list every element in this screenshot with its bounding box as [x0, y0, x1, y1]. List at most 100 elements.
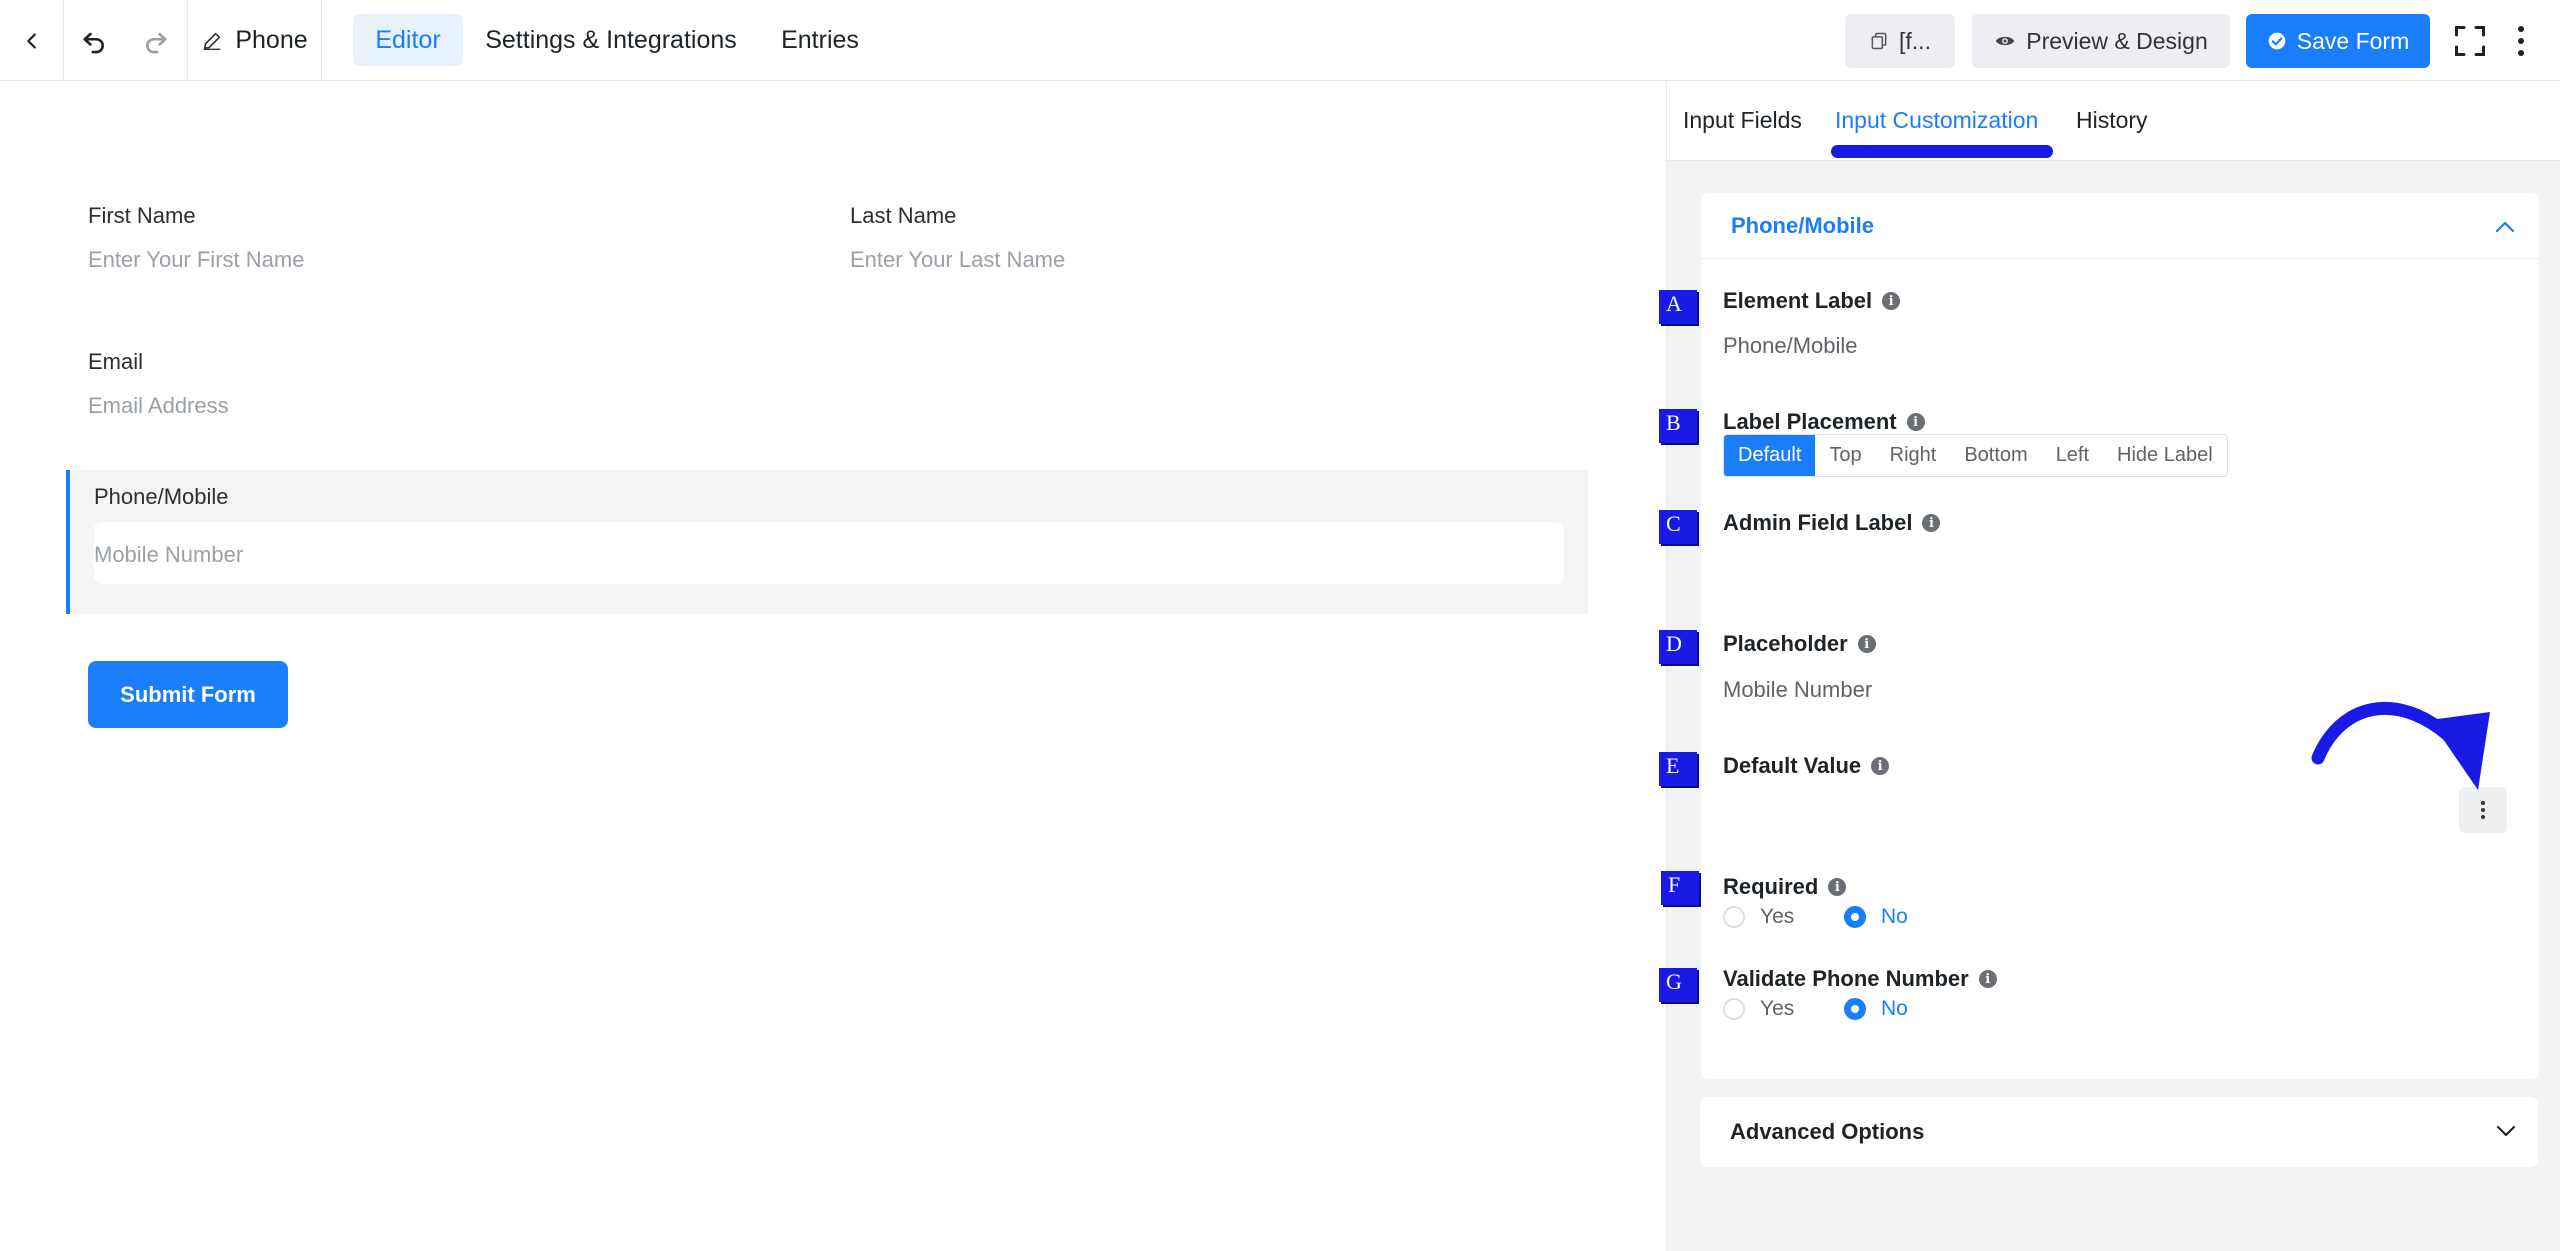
first-name-input[interactable]: Enter Your First Name [88, 247, 304, 273]
more-dot-icon [2518, 38, 2524, 44]
fullscreen-button[interactable] [2448, 20, 2492, 62]
info-icon[interactable]: i [1906, 413, 1925, 431]
admin-field-label-title: Admin Field Label i [1723, 510, 1941, 536]
preview-design-button[interactable]: Preview & Design [1972, 14, 2230, 68]
eye-icon [1996, 36, 2015, 46]
redo-button[interactable] [124, 0, 188, 81]
chevron-left-icon [26, 32, 36, 49]
admin-field-label-title-text: Admin Field Label [1723, 510, 1913, 535]
radio-yes[interactable] [1723, 906, 1745, 928]
validate-yes-label: Yes [1760, 997, 1795, 1020]
admin-field-label-input[interactable] [1723, 548, 2503, 596]
form-canvas: First Name Enter Your First Name Last Na… [0, 81, 1666, 1251]
label-placement-title-text: Label Placement [1723, 409, 1897, 434]
default-value-title-text: Default Value [1723, 753, 1862, 778]
placement-option-default[interactable]: Default [1724, 435, 1816, 476]
validate-phone-title-text: Validate Phone Number [1723, 966, 1969, 991]
save-form-button[interactable]: Save Form [2246, 14, 2430, 68]
default-value-title: Default Value i [1723, 753, 1890, 779]
radio-yes[interactable] [1723, 998, 1745, 1020]
submit-form-button[interactable]: Submit Form [88, 661, 288, 728]
preview-design-text: Preview & Design [2026, 27, 2208, 54]
validate-yes-option[interactable]: Yes [1723, 997, 1794, 1021]
phone-input[interactable]: Mobile Number [94, 522, 1564, 584]
tab-settings-integrations[interactable]: Settings & Integrations [470, 14, 752, 66]
phone-field-block[interactable]: Phone/Mobile Mobile Number [66, 470, 1588, 614]
annotation-arrow-icon [2311, 701, 2490, 790]
tab-input-fields[interactable]: Input Fields [1683, 107, 1802, 134]
annotation-marker-d: D [1659, 630, 1697, 664]
card-header[interactable]: Phone/Mobile [1701, 193, 2539, 259]
placement-option-top[interactable]: Top [1815, 435, 1875, 476]
info-icon[interactable]: i [1922, 514, 1941, 532]
required-title-text: Required [1723, 874, 1819, 899]
first-name-label: First Name [88, 203, 196, 228]
last-name-label: Last Name [850, 203, 957, 228]
pencil-icon [204, 32, 221, 50]
tab-input-customization[interactable]: Input Customization [1835, 107, 2038, 134]
top-bar: Phone Editor Settings & Integrations Ent… [0, 0, 2560, 81]
annotation-marker-c: C [1659, 510, 1697, 544]
annotation-marker-a: A [1659, 290, 1697, 324]
tab-history[interactable]: History [2076, 107, 2148, 134]
annotation-marker-g: G [1659, 968, 1697, 1002]
radio-no-checked[interactable] [1844, 906, 1866, 928]
advanced-options-title: Advanced Options [1730, 1119, 1925, 1144]
required-yes-option[interactable]: Yes [1723, 905, 1794, 929]
placement-option-hide-label[interactable]: Hide Label [2103, 435, 2227, 476]
info-icon[interactable]: i [1857, 635, 1876, 653]
required-no-label: No [1881, 905, 1908, 928]
info-icon[interactable]: i [1978, 970, 1997, 988]
placement-option-left[interactable]: Left [2042, 435, 2103, 476]
placeholder-title: Placeholder i [1723, 631, 1876, 657]
more-dot-icon [2518, 50, 2524, 56]
email-input[interactable]: Email Address [88, 393, 229, 419]
required-yes-label: Yes [1760, 905, 1795, 928]
card-title: Phone/Mobile [1731, 213, 1874, 238]
info-icon[interactable]: i [1828, 878, 1847, 896]
label-placement-title: Label Placement i [1723, 409, 1925, 435]
annotation-marker-e: E [1659, 752, 1697, 786]
placement-option-bottom[interactable]: Bottom [1950, 435, 2041, 476]
tab-editor[interactable]: Editor [353, 14, 463, 66]
copy-icon [1871, 32, 1887, 50]
required-no-option[interactable]: No [1844, 905, 1908, 929]
element-label-title: Element Label i [1723, 288, 1901, 314]
last-name-input[interactable]: Enter Your Last Name [850, 247, 1065, 273]
advanced-options-card[interactable]: Advanced Options [1700, 1097, 2538, 1167]
required-title: Required i [1723, 874, 1847, 900]
radio-no-checked[interactable] [1844, 998, 1866, 1020]
chevron-up-icon[interactable] [2493, 217, 2517, 237]
validate-no-label: No [1881, 997, 1908, 1020]
more-menu-button[interactable] [2506, 20, 2536, 62]
panel-tabs: Input Fields Input Customization History [1667, 81, 2560, 161]
info-icon[interactable]: i [1882, 292, 1901, 310]
placement-option-right[interactable]: Right [1876, 435, 1951, 476]
chevron-down-icon[interactable] [2494, 1121, 2518, 1141]
placeholder-title-text: Placeholder [1723, 631, 1848, 656]
phone-label: Phone/Mobile [94, 484, 229, 509]
more-dot-icon [2518, 26, 2524, 32]
check-circle-icon [2268, 32, 2286, 50]
element-label-input[interactable]: Phone/Mobile [1723, 333, 1858, 359]
annotation-marker-f: F [1661, 871, 1699, 905]
form-name-text: Phone [235, 26, 308, 54]
validate-no-option[interactable]: No [1844, 997, 1908, 1021]
tab-entries[interactable]: Entries [766, 14, 874, 66]
active-tab-underline [1831, 145, 2053, 158]
undo-button[interactable] [64, 0, 124, 81]
save-form-text: Save Form [2296, 27, 2410, 54]
settings-panel: Input Fields Input Customization History… [1666, 81, 2560, 1251]
shortcode-text: [f... [1899, 27, 1931, 54]
back-button[interactable] [0, 0, 64, 81]
label-placement-selector: Default Top Right Bottom Left Hide Label [1723, 434, 2228, 477]
redo-icon [145, 32, 167, 53]
fullscreen-icon [2455, 26, 2485, 56]
placeholder-input[interactable]: Mobile Number [1723, 677, 1872, 703]
info-icon[interactable]: i [1871, 757, 1890, 775]
shortcode-button[interactable]: [f... [1845, 14, 1955, 68]
validate-phone-title: Validate Phone Number i [1723, 966, 1997, 992]
form-name[interactable]: Phone [188, 0, 322, 81]
phone-placeholder: Mobile Number [94, 542, 244, 567]
annotation-marker-b: B [1659, 409, 1697, 443]
